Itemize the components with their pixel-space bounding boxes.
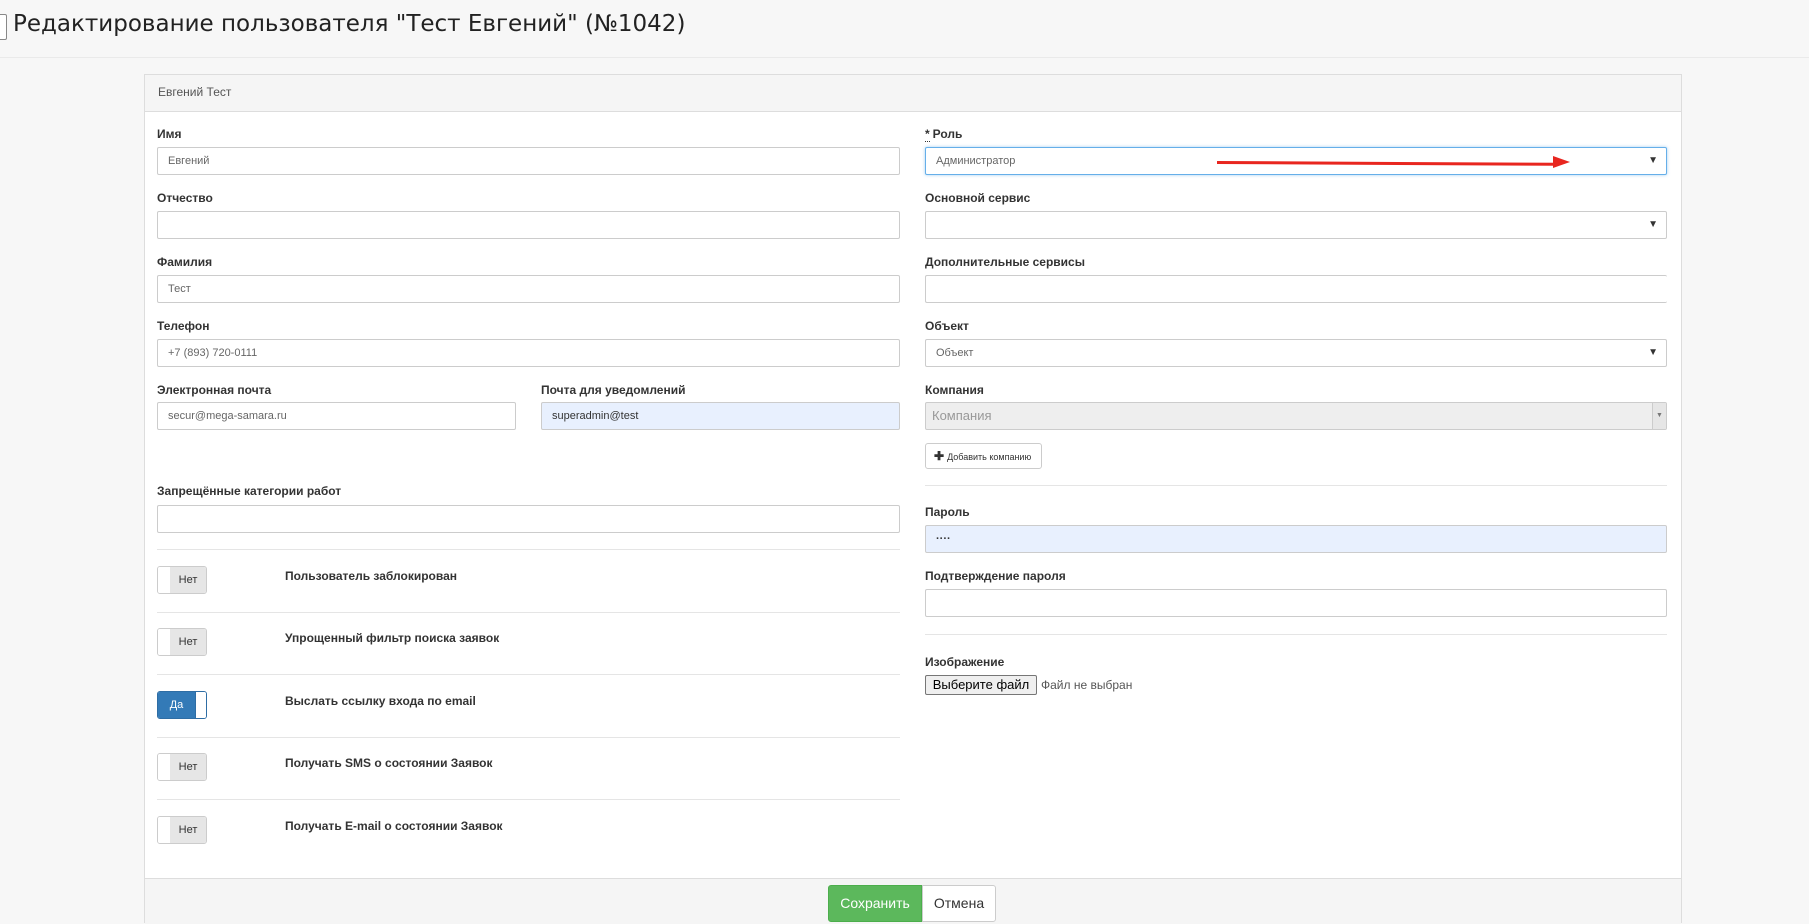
object-select-value: Объект (936, 347, 974, 359)
company-select-placeholder: Компания (932, 408, 992, 423)
toggle-label-email-notifications: Получать E-mail о состоянии Заявок (285, 819, 503, 833)
main-service-label: Основной сервис (925, 191, 1031, 205)
chevron-down-icon: ▼ (1652, 403, 1666, 429)
notify-email-input[interactable]: superadmin@test (541, 402, 900, 430)
add-company-button-label: Добавить компанию (947, 452, 1032, 462)
toggle-label-simple-filter: Упрощенный фильтр поиска заявок (285, 631, 500, 645)
toggle-knob (195, 692, 206, 718)
password-confirm-label: Подтверждение пароля (925, 569, 1066, 583)
cancel-button[interactable]: Отмена (922, 885, 996, 922)
sidebar-toggle-edge[interactable] (0, 14, 7, 40)
first-name-input[interactable]: Евгений (157, 147, 900, 175)
role-label: * Роль (925, 127, 963, 142)
required-mark: * (925, 127, 930, 142)
toggle-send-login-link[interactable]: Да (157, 691, 207, 719)
add-company-button[interactable]: ✚ Добавить компанию (925, 443, 1042, 469)
toggle-state: Да (158, 692, 195, 718)
divider (157, 737, 900, 738)
choose-file-button[interactable]: Выберите файл (925, 675, 1037, 695)
toggle-label-sms-notifications: Получать SMS о состоянии Заявок (285, 756, 493, 770)
panel-heading: Евгений Тест (145, 75, 1681, 112)
image-label: Изображение (925, 655, 1005, 669)
company-select[interactable]: Компания ▼ (925, 402, 1667, 430)
divider (157, 612, 900, 613)
middle-name-label: Отчество (157, 191, 213, 205)
main-service-select[interactable]: ▼ (925, 211, 1667, 239)
page-header: Редактирование пользователя "Тест Евгени… (0, 0, 1809, 58)
last-name-input[interactable]: Тест (157, 275, 900, 303)
save-button[interactable]: Сохранить (828, 885, 922, 922)
toggle-state: Нет (170, 754, 206, 780)
middle-name-input[interactable] (157, 211, 900, 239)
divider (157, 549, 900, 550)
chevron-down-icon: ▼ (1648, 155, 1658, 166)
divider (925, 634, 1667, 635)
chevron-down-icon: ▼ (1648, 347, 1658, 358)
email-input[interactable]: secur@mega-samara.ru (157, 402, 516, 430)
divider (157, 799, 900, 800)
notify-email-label: Почта для уведомлений (541, 383, 686, 397)
toggle-state: Нет (170, 817, 206, 843)
chevron-down-icon: ▼ (1648, 219, 1658, 230)
extra-services-multiselect[interactable] (925, 275, 1667, 303)
toggle-email-notifications[interactable]: Нет (157, 816, 207, 844)
password-input[interactable]: ···· (925, 525, 1667, 553)
password-confirm-input[interactable] (925, 589, 1667, 617)
extra-services-label: Дополнительные сервисы (925, 255, 1085, 269)
toggle-state: Нет (170, 629, 206, 655)
phone-label: Телефон (157, 319, 210, 333)
object-label: Объект (925, 319, 969, 333)
user-edit-panel: Евгений Тест (144, 74, 1682, 924)
plus-icon: ✚ (934, 449, 945, 463)
toggle-label-send-login-link: Выслать ссылку входа по email (285, 694, 476, 708)
panel-heading-text: Евгений Тест (158, 85, 232, 99)
red-arrow-head-icon (1553, 156, 1570, 168)
page-title: Редактирование пользователя "Тест Евгени… (13, 11, 686, 37)
toggle-state: Нет (170, 567, 206, 593)
forbidden-categories-input[interactable] (157, 505, 900, 533)
toggle-sms-notifications[interactable]: Нет (157, 753, 207, 781)
file-status-text: Файл не выбран (1041, 678, 1133, 692)
object-select[interactable]: Объект ▼ (925, 339, 1667, 367)
forbidden-categories-label: Запрещённые категории работ (157, 484, 342, 498)
toggle-simple-filter[interactable]: Нет (157, 628, 207, 656)
password-label: Пароль (925, 505, 970, 519)
divider (157, 674, 900, 675)
first-name-label: Имя (157, 127, 182, 141)
role-label-text: Роль (932, 127, 963, 141)
toggle-label-user-blocked: Пользователь заблокирован (285, 569, 458, 583)
divider (925, 485, 1667, 486)
company-label: Компания (925, 383, 984, 397)
email-label: Электронная почта (157, 383, 272, 397)
phone-input[interactable]: +7 (893) 720-0111 (157, 339, 900, 367)
role-select-value: Администратор (936, 155, 1016, 167)
toggle-user-blocked[interactable]: Нет (157, 566, 207, 594)
last-name-label: Фамилия (157, 255, 213, 269)
